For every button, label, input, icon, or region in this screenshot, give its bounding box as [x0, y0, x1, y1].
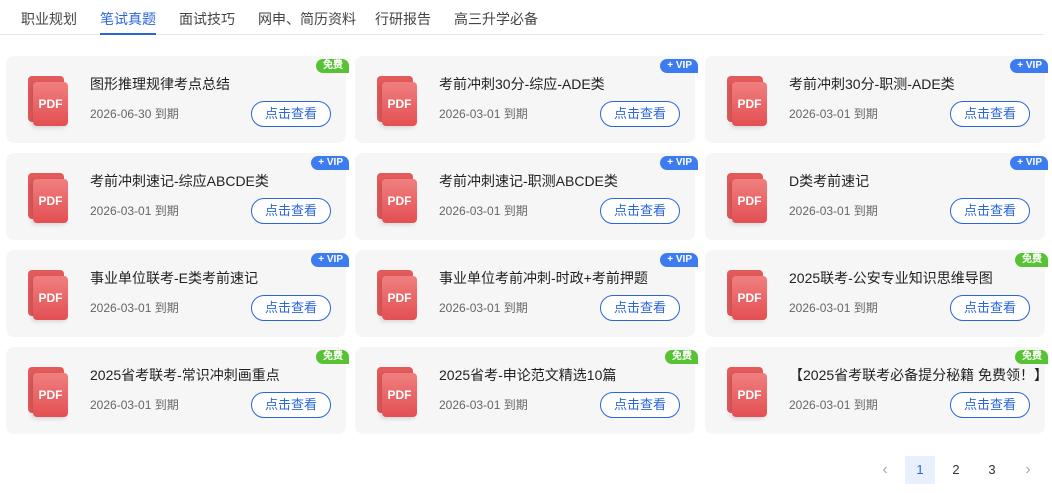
pdf-file-icon: PDF: [28, 367, 68, 417]
pdf-icon-label: PDF: [33, 82, 68, 126]
view-button[interactable]: 点击查看: [251, 198, 331, 224]
document-card[interactable]: PDF 事业单位联考-E类考前速记 2026-03-01 到期 点击查看 + VIP: [6, 250, 349, 337]
view-button[interactable]: 点击查看: [600, 101, 680, 127]
pdf-file-icon: PDF: [377, 173, 417, 223]
page-button-2[interactable]: 2: [941, 456, 971, 484]
document-title[interactable]: 【2025省考联考必备提分秘籍 免费领！】: [789, 365, 1048, 385]
document-title[interactable]: 2025省考联考-常识冲刺画重点: [90, 365, 280, 385]
document-title[interactable]: 考前冲刺速记-综应ABCDE类: [90, 171, 269, 191]
tab-career-planning[interactable]: 职业规划: [21, 9, 77, 29]
vip-badge: + VIP: [1010, 156, 1048, 170]
document-card[interactable]: PDF D类考前速记 2026-03-01 到期 点击查看 + VIP: [705, 153, 1048, 240]
page-button-1[interactable]: 1: [905, 456, 935, 484]
pdf-icon-label: PDF: [382, 373, 417, 417]
view-button[interactable]: 点击查看: [251, 101, 331, 127]
document-card[interactable]: PDF 2025联考-公安专业知识思维导图 2026-03-01 到期 点击查看 免费: [705, 250, 1048, 337]
tab-written-exam[interactable]: 笔试真题: [100, 9, 156, 35]
document-title[interactable]: D类考前速记: [789, 171, 869, 191]
pdf-icon-label: PDF: [732, 82, 767, 126]
pdf-icon-label: PDF: [382, 179, 417, 223]
pdf-file-icon: PDF: [377, 270, 417, 320]
expiry-date: 2026-03-01 到期: [90, 204, 179, 218]
vip-badge: + VIP: [660, 253, 698, 267]
pdf-icon-label: PDF: [382, 82, 417, 126]
document-title[interactable]: 事业单位联考-E类考前速记: [90, 268, 258, 288]
pdf-file-icon: PDF: [28, 270, 68, 320]
pdf-icon-label: PDF: [33, 373, 68, 417]
document-card[interactable]: PDF 图形推理规律考点总结 2026-06-30 到期 点击查看 免费: [6, 56, 349, 143]
expiry-date: 2026-03-01 到期: [789, 301, 878, 315]
expiry-date: 2026-03-01 到期: [439, 204, 528, 218]
next-page-button[interactable]: ›: [1013, 456, 1043, 484]
document-card[interactable]: PDF 【2025省考联考必备提分秘籍 免费领！】 2026-03-01 到期 点击查…: [705, 347, 1048, 434]
document-title[interactable]: 图形推理规律考点总结: [90, 74, 230, 94]
document-card[interactable]: PDF 考前冲刺30分-职测-ADE类 2026-03-01 到期 点击查看 + VIP: [705, 56, 1048, 143]
document-card[interactable]: PDF 2025省考联考-常识冲刺画重点 2026-03-01 到期 点击查看 免费: [6, 347, 349, 434]
document-title[interactable]: 2025省考-申论范文精选10篇: [439, 365, 616, 385]
free-badge: 免费: [1015, 350, 1048, 364]
tab-resume-materials[interactable]: 网申、简历资料: [258, 9, 356, 29]
pdf-file-icon: PDF: [727, 270, 767, 320]
pdf-file-icon: PDF: [377, 76, 417, 126]
vip-badge: + VIP: [660, 59, 698, 73]
document-card[interactable]: PDF 事业单位考前冲刺-时政+考前押题 2026-03-01 到期 点击查看 + VI…: [355, 250, 698, 337]
expiry-date: 2026-03-01 到期: [789, 398, 878, 412]
document-title[interactable]: 2025联考-公安专业知识思维导图: [789, 268, 993, 288]
vip-badge: + VIP: [1010, 59, 1048, 73]
vip-badge: + VIP: [660, 156, 698, 170]
pdf-file-icon: PDF: [28, 173, 68, 223]
view-button[interactable]: 点击查看: [950, 198, 1030, 224]
document-card[interactable]: PDF 考前冲刺速记-职测ABCDE类 2026-03-01 到期 点击查看 + VIP: [355, 153, 698, 240]
view-button[interactable]: 点击查看: [950, 392, 1030, 418]
expiry-date: 2026-03-01 到期: [789, 204, 878, 218]
view-button[interactable]: 点击查看: [251, 392, 331, 418]
page-button-3[interactable]: 3: [977, 456, 1007, 484]
expiry-date: 2026-03-01 到期: [90, 398, 179, 412]
tab-industry-reports[interactable]: 行研报告: [375, 9, 431, 29]
view-button[interactable]: 点击查看: [950, 295, 1030, 321]
pdf-icon-label: PDF: [382, 276, 417, 320]
tab-college-entrance[interactable]: 高三升学必备: [454, 9, 538, 29]
expiry-date: 2026-03-01 到期: [439, 301, 528, 315]
document-title[interactable]: 事业单位考前冲刺-时政+考前押题: [439, 268, 648, 288]
vip-badge: + VIP: [311, 253, 349, 267]
document-card[interactable]: PDF 考前冲刺速记-综应ABCDE类 2026-03-01 到期 点击查看 + VIP: [6, 153, 349, 240]
pdf-icon-label: PDF: [732, 276, 767, 320]
free-badge: 免费: [665, 350, 698, 364]
free-badge: 免费: [1015, 253, 1048, 267]
document-card[interactable]: PDF 2025省考-申论范文精选10篇 2026-03-01 到期 点击查看 免费: [355, 347, 698, 434]
document-title[interactable]: 考前冲刺30分-综应-ADE类: [439, 74, 605, 94]
pdf-icon-label: PDF: [33, 276, 68, 320]
pdf-file-icon: PDF: [377, 367, 417, 417]
expiry-date: 2026-03-01 到期: [439, 107, 528, 121]
view-button[interactable]: 点击查看: [950, 101, 1030, 127]
prev-page-button[interactable]: ‹: [870, 456, 900, 484]
vip-badge: + VIP: [311, 156, 349, 170]
expiry-date: 2026-03-01 到期: [789, 107, 878, 121]
pdf-icon-label: PDF: [732, 373, 767, 417]
pdf-file-icon: PDF: [727, 76, 767, 126]
pdf-icon-label: PDF: [33, 179, 68, 223]
expiry-date: 2026-03-01 到期: [439, 398, 528, 412]
category-tabs: 职业规划 笔试真题 面试技巧 网申、简历资料 行研报告 高三升学必备: [0, 0, 1044, 35]
pdf-file-icon: PDF: [727, 173, 767, 223]
pdf-file-icon: PDF: [28, 76, 68, 126]
free-badge: 免费: [316, 59, 349, 73]
free-badge: 免费: [316, 350, 349, 364]
view-button[interactable]: 点击查看: [600, 392, 680, 418]
pdf-file-icon: PDF: [727, 367, 767, 417]
tab-interview-skills[interactable]: 面试技巧: [179, 9, 235, 29]
view-button[interactable]: 点击查看: [251, 295, 331, 321]
expiry-date: 2026-03-01 到期: [90, 301, 179, 315]
pdf-icon-label: PDF: [732, 179, 767, 223]
expiry-date: 2026-06-30 到期: [90, 107, 179, 121]
view-button[interactable]: 点击查看: [600, 198, 680, 224]
document-title[interactable]: 考前冲刺速记-职测ABCDE类: [439, 171, 618, 191]
view-button[interactable]: 点击查看: [600, 295, 680, 321]
document-title[interactable]: 考前冲刺30分-职测-ADE类: [789, 74, 955, 94]
document-card[interactable]: PDF 考前冲刺30分-综应-ADE类 2026-03-01 到期 点击查看 + VIP: [355, 56, 698, 143]
